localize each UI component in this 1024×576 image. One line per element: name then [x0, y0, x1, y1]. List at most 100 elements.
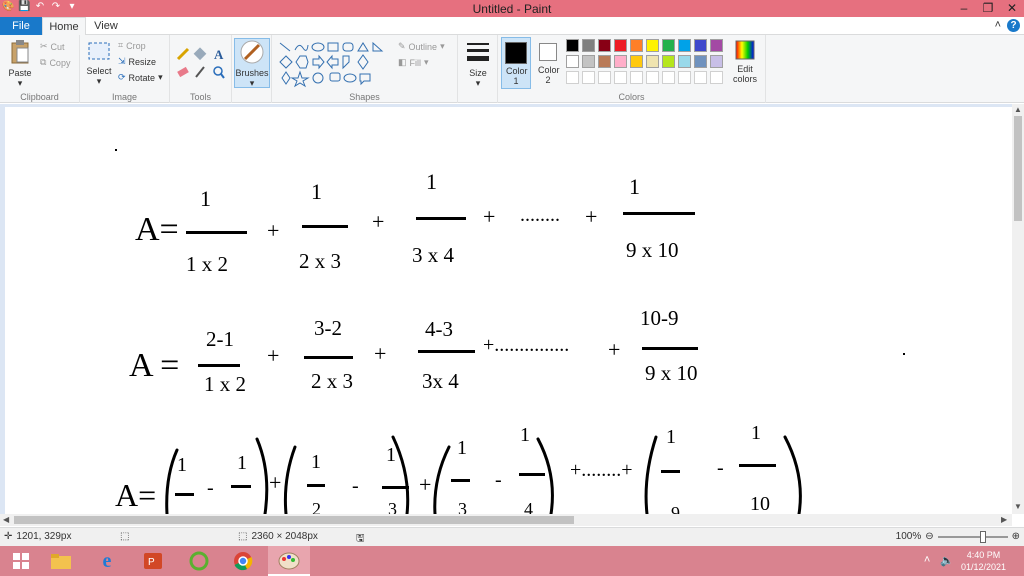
palette-swatch[interactable]	[694, 71, 707, 84]
palette-swatch[interactable]	[646, 55, 659, 68]
row3-minus2: -	[352, 475, 359, 497]
minimize-button[interactable]: –	[952, 0, 976, 17]
copy-icon: ⧉	[40, 57, 47, 67]
palette-swatch[interactable]	[582, 71, 595, 84]
internet-explorer-icon: e	[102, 549, 112, 572]
row3-den-b2: 3	[388, 499, 397, 514]
palette-swatch[interactable]	[630, 39, 643, 52]
color2-swatch	[539, 43, 557, 61]
palette-swatch[interactable]	[598, 39, 611, 52]
vertical-scrollbar[interactable]: ▲ ▼	[1012, 104, 1024, 514]
color2-button[interactable]: Color 2	[534, 37, 562, 89]
powerpoint-icon: P	[144, 553, 162, 569]
zoom-in-icon[interactable]: ⊕	[1012, 531, 1020, 542]
clock-time: 4:40 PM	[966, 550, 1001, 560]
palette-swatch[interactable]	[694, 55, 707, 68]
palette-swatch[interactable]	[582, 55, 595, 68]
palette-swatch[interactable]	[566, 55, 579, 68]
horizontal-scroll-thumb[interactable]	[14, 516, 574, 524]
scroll-left-icon[interactable]: ◀	[3, 515, 9, 524]
right-paren-3	[536, 437, 554, 514]
rotate-button[interactable]: ⟳ Rotate ▾	[118, 72, 163, 83]
crop-button[interactable]: ⌗ Crop	[118, 40, 146, 51]
scroll-down-icon[interactable]: ▼	[1014, 502, 1022, 511]
palette-swatch[interactable]	[598, 71, 611, 84]
row3-num-a3: 1	[457, 437, 467, 459]
palette-swatch[interactable]	[678, 71, 691, 84]
row3-num-a1: 1	[177, 454, 187, 476]
fill-button[interactable]: ◧ Fill ▾	[398, 57, 429, 68]
drawing-canvas[interactable]: A= 1 1 x 2 + 1 2 x 3 + 1 3 x 4 + .......…	[5, 107, 1012, 514]
palette-swatch[interactable]	[694, 39, 707, 52]
color1-button[interactable]: Color 1	[501, 37, 531, 89]
taskbar-internet-explorer[interactable]: e	[86, 546, 128, 576]
select-icon	[88, 42, 110, 60]
taskbar-chrome[interactable]	[222, 546, 264, 576]
size-button[interactable]: Size ▾	[462, 41, 494, 89]
palette-swatch[interactable]	[598, 55, 611, 68]
palette-swatch[interactable]	[646, 71, 659, 84]
horizontal-scrollbar[interactable]: ◀ ▶	[0, 514, 1012, 526]
palette-swatch[interactable]	[662, 39, 675, 52]
palette-swatch[interactable]	[630, 71, 643, 84]
taskbar-paint[interactable]	[268, 546, 310, 576]
palette-swatch[interactable]	[646, 39, 659, 52]
tools-group-label: Tools	[189, 92, 211, 102]
taskbar-file-explorer[interactable]	[40, 546, 82, 576]
palette-swatch[interactable]	[678, 55, 691, 68]
outline-button[interactable]: ✎ Outline ▾	[398, 41, 445, 52]
palette-swatch[interactable]	[566, 71, 579, 84]
taskbar-app-green[interactable]	[178, 546, 220, 576]
tab-view[interactable]: View	[86, 17, 126, 35]
palette-swatch[interactable]	[614, 71, 627, 84]
taskbar-clock[interactable]: 4:40 PM 01/12/2021	[961, 549, 1006, 573]
text-icon: A	[214, 47, 224, 62]
paint-window: 🎨 💾 ↶ ↷ ▾ Untitled - Paint – ❐ ✕ File Ho…	[0, 0, 1024, 576]
taskbar-powerpoint[interactable]: P	[132, 546, 174, 576]
row3-bar-a1	[175, 493, 194, 496]
row3-bar-a3	[451, 479, 470, 482]
restore-button[interactable]: ❐	[976, 0, 1000, 17]
shapes-gallery[interactable]	[278, 40, 394, 88]
row3-bar-b1	[231, 485, 251, 488]
volume-icon[interactable]: 🔈	[940, 554, 954, 567]
zoom-slider-thumb[interactable]	[979, 530, 986, 543]
start-button[interactable]	[0, 546, 42, 576]
show-hidden-icons[interactable]: ˄	[924, 554, 930, 567]
scroll-up-icon[interactable]: ▲	[1014, 105, 1022, 114]
palette-swatch[interactable]	[662, 71, 675, 84]
shapes-group: ✎ Outline ▾ ◧ Fill ▾ Shapes	[272, 35, 458, 103]
copy-button[interactable]: ⧉ Copy	[40, 57, 70, 68]
collapse-ribbon-icon[interactable]: ˄	[995, 19, 1001, 32]
help-icon[interactable]: ?	[1007, 19, 1020, 32]
palette-swatch[interactable]	[710, 39, 723, 52]
palette-swatch[interactable]	[678, 39, 691, 52]
tab-home[interactable]: Home	[42, 17, 86, 36]
cut-button[interactable]: ✂ Cut	[40, 41, 65, 52]
right-paren-1	[255, 437, 269, 514]
zoom-control: 100% ⊖ ⊕	[896, 530, 1020, 543]
palette-swatch[interactable]	[710, 55, 723, 68]
palette-swatch[interactable]	[662, 55, 675, 68]
select-button[interactable]: Select ▾	[84, 41, 114, 87]
vertical-scroll-thumb[interactable]	[1014, 116, 1022, 221]
palette-swatch[interactable]	[566, 39, 579, 52]
palette-swatch[interactable]	[630, 55, 643, 68]
paste-button[interactable]: Paste ▾	[6, 39, 34, 89]
title-bar: 🎨 💾 ↶ ↷ ▾ Untitled - Paint – ❐ ✕	[0, 0, 1024, 17]
zoom-out-icon[interactable]: ⊖	[925, 531, 933, 542]
palette-swatch[interactable]	[582, 39, 595, 52]
edit-colors-button[interactable]: Edit colors	[726, 39, 764, 84]
zoom-slider[interactable]	[937, 530, 1008, 543]
brushes-button[interactable]: Brushes ▾	[234, 38, 270, 88]
close-button[interactable]: ✕	[1000, 0, 1024, 17]
resize-button[interactable]: ⇲ Resize	[118, 56, 156, 67]
palette-swatch[interactable]	[614, 39, 627, 52]
palette-swatch[interactable]	[710, 71, 723, 84]
row3-bar-b4	[739, 464, 776, 467]
scroll-right-icon[interactable]: ▶	[1001, 515, 1007, 524]
palette-swatch[interactable]	[614, 55, 627, 68]
selection-size: ⬚	[120, 531, 129, 542]
row3-bar-b2	[382, 486, 409, 489]
tab-file[interactable]: File	[0, 17, 42, 35]
